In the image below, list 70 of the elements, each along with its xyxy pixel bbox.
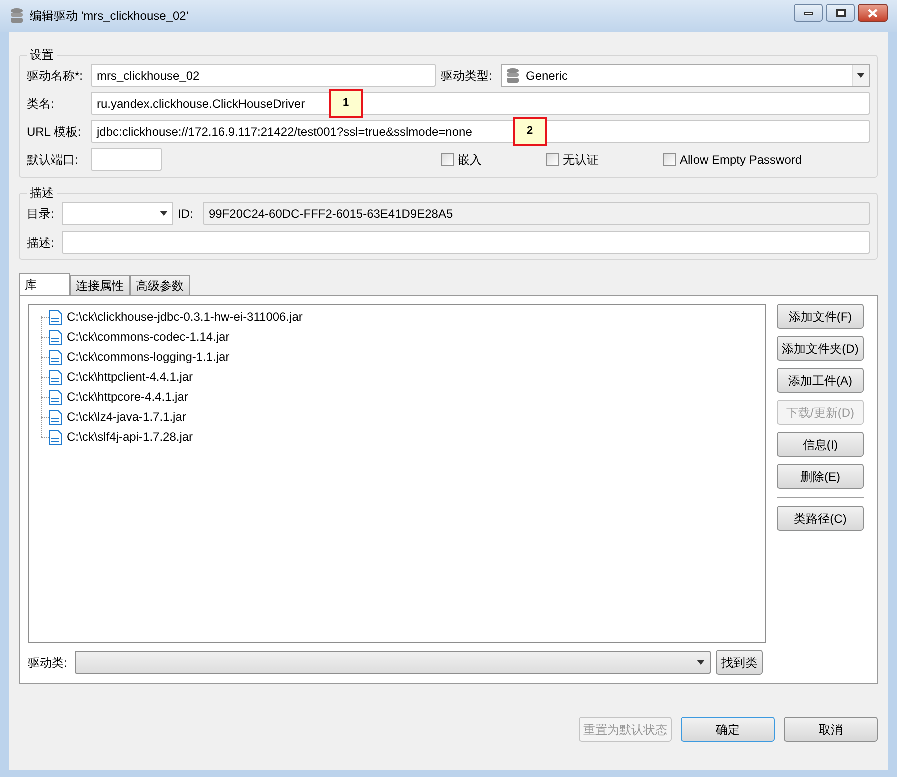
button[interactable]: 类路径(C) xyxy=(777,506,864,531)
tab[interactable]: 库 xyxy=(19,273,70,295)
library-path: C:\ck\httpcore-4.4.1.jar xyxy=(67,389,188,406)
button[interactable]: 确定 xyxy=(681,717,775,742)
driver-type-dropdown[interactable]: Generic xyxy=(501,64,870,87)
checkbox[interactable] xyxy=(546,153,559,166)
file-icon xyxy=(49,350,62,364)
database-icon xyxy=(10,8,24,24)
library-item[interactable]: C:\ck\httpcore-4.4.1.jar xyxy=(41,387,765,407)
driver-class-dropdown[interactable] xyxy=(75,651,711,674)
close-button[interactable] xyxy=(858,4,888,22)
checkbox-label: 无认证 xyxy=(563,152,599,168)
group-title: 设置 xyxy=(29,47,55,64)
field-label: 驱动类: xyxy=(28,654,68,672)
button[interactable]: 删除(E) xyxy=(777,464,864,489)
callout-badge: 2 xyxy=(513,117,547,146)
callout-badge: 1 xyxy=(329,89,363,118)
library-item[interactable]: C:\ck\httpclient-4.4.1.jar xyxy=(41,367,765,387)
category-dropdown[interactable] xyxy=(62,202,173,225)
maximize-button[interactable] xyxy=(826,4,855,22)
id-field[interactable]: 99F20C24-60DC-FFF2-6015-63E41D9E28A5 xyxy=(203,202,870,225)
library-item[interactable]: C:\ck\commons-logging-1.1.jar xyxy=(41,347,765,367)
field-label: URL 模板: xyxy=(27,124,82,140)
caret-icon xyxy=(857,73,865,78)
description-field[interactable] xyxy=(62,231,870,254)
checkbox[interactable] xyxy=(663,153,676,166)
library-item[interactable]: C:\ck\commons-codec-1.14.jar xyxy=(41,327,765,347)
group-title: 描述 xyxy=(29,185,55,202)
library-item[interactable]: C:\ck\clickhouse-jdbc-0.3.1-hw-ei-311006.jar xyxy=(41,307,765,327)
field-label: ID: xyxy=(178,206,194,222)
checkbox[interactable] xyxy=(441,153,454,166)
tab[interactable]: 高级参数 xyxy=(130,275,190,295)
library-path: C:\ck\clickhouse-jdbc-0.3.1-hw-ei-311006.jar xyxy=(67,309,303,326)
find-class-button[interactable]: 找到类 xyxy=(716,650,763,675)
default-port-field[interactable] xyxy=(91,148,162,171)
field-label: 类名: xyxy=(27,96,56,112)
file-icon xyxy=(49,370,62,384)
database-icon xyxy=(506,68,520,84)
button[interactable]: 取消 xyxy=(784,717,878,742)
field-label: 驱动名称*: xyxy=(27,68,84,84)
window-title: 编辑驱动 'mrs_clickhouse_02' xyxy=(30,8,189,25)
field-label: 目录: xyxy=(27,206,56,222)
library-item[interactable]: C:\ck\slf4j-api-1.7.28.jar xyxy=(41,427,765,447)
caret-icon xyxy=(160,211,168,216)
checkbox-label: 嵌入 xyxy=(458,152,482,168)
button[interactable]: 添加工件(A) xyxy=(777,368,864,393)
field-label: 描述: xyxy=(27,234,56,252)
file-icon xyxy=(49,330,62,344)
library-path: C:\ck\commons-logging-1.1.jar xyxy=(67,349,230,366)
button[interactable]: 添加文件夹(D) xyxy=(777,336,864,361)
file-icon xyxy=(49,410,62,424)
file-icon xyxy=(49,310,62,324)
dropdown-value: Generic xyxy=(526,68,568,84)
field-label: 默认端口: xyxy=(27,152,80,168)
minimize-button[interactable] xyxy=(794,4,823,22)
tab[interactable]: 连接属性 xyxy=(70,275,130,295)
file-icon xyxy=(49,390,62,404)
library-item[interactable]: C:\ck\lz4-java-1.7.1.jar xyxy=(41,407,765,427)
button[interactable]: 添加文件(F) xyxy=(777,304,864,329)
close-icon xyxy=(868,8,878,18)
library-path: C:\ck\slf4j-api-1.7.28.jar xyxy=(67,429,194,446)
library-path: C:\ck\commons-codec-1.14.jar xyxy=(67,329,230,346)
library-path: C:\ck\httpclient-4.4.1.jar xyxy=(67,369,194,386)
caret-icon xyxy=(697,660,705,665)
driver-name-field[interactable]: mrs_clickhouse_02 xyxy=(91,64,436,87)
checkbox-label: Allow Empty Password xyxy=(680,152,802,168)
file-icon xyxy=(49,430,62,444)
library-path: C:\ck\lz4-java-1.7.1.jar xyxy=(67,409,186,426)
button[interactable]: 信息(I) xyxy=(777,432,864,457)
field-label: 驱动类型: xyxy=(441,68,494,84)
